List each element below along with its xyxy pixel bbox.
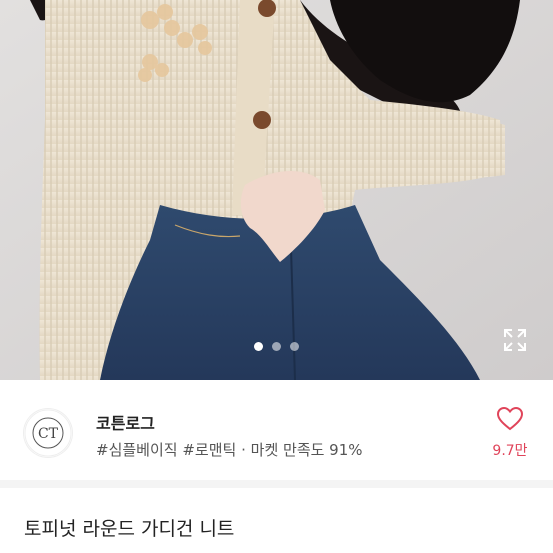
shop-tags: #심플베이직 #로맨틱 · 마켓 만족도 91% xyxy=(96,439,363,460)
shop-name[interactable]: 코튼로그 xyxy=(96,410,155,434)
shop-tag-2[interactable]: #로맨틱 xyxy=(182,441,236,459)
heart-icon[interactable] xyxy=(497,407,523,431)
like-count: 9.7만 xyxy=(492,443,528,459)
market-satisfaction: · 마켓 만족도 91% xyxy=(241,441,363,459)
carousel-dot-2[interactable] xyxy=(272,342,281,351)
shop-tag-1[interactable]: #심플베이직 xyxy=(96,441,178,459)
shop-info-row[interactable] xyxy=(0,380,553,480)
carousel-dot-3[interactable] xyxy=(290,342,299,351)
section-divider xyxy=(0,480,553,488)
product-photo xyxy=(0,0,553,380)
carousel-dot-1[interactable] xyxy=(254,342,263,351)
product-photo-carousel[interactable] xyxy=(0,0,553,380)
carousel-indicator xyxy=(0,342,553,351)
shop-logo[interactable]: CT xyxy=(24,409,72,457)
product-title: 토피넛 라운드 가디건 니트 xyxy=(24,518,235,540)
svg-text:CT: CT xyxy=(38,426,59,442)
expand-icon[interactable] xyxy=(503,328,527,352)
